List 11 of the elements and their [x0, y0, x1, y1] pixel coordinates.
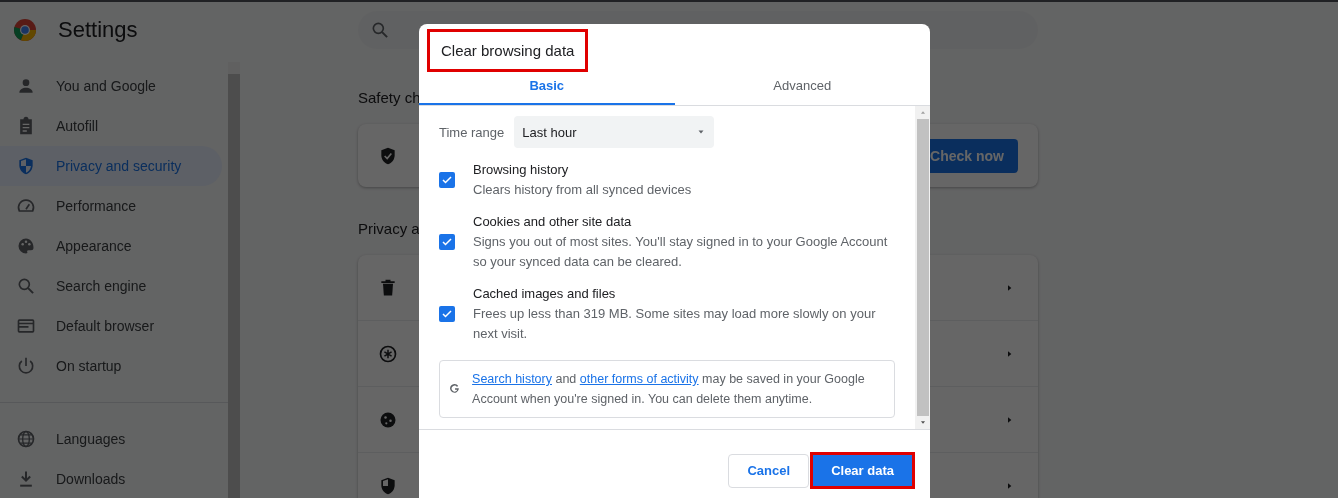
info-text: Search history and other forms of activity may be saved in your Google Account when you're signed in. You can delete them anytime. — [472, 371, 866, 408]
option-title: Cookies and other site data — [473, 213, 633, 231]
option-title: Cached images and files — [473, 285, 617, 303]
dialog-title: Clear browsing data — [427, 29, 589, 72]
option-description: Clears history from all synced devices — [473, 181, 692, 199]
field-label: Time range — [439, 124, 505, 140]
app-title: Settings — [58, 17, 138, 43]
option-title: Browsing history — [473, 161, 570, 179]
section-heading: Privacy a — [358, 220, 420, 239]
option-description: Frees up less than 319 MB. Some sites may load more slowly on your next visit. — [473, 305, 877, 343]
option-description: Signs you out of most sites. You'll stay signed in to your Google Account so your synced data can be cleared. — [473, 233, 889, 271]
